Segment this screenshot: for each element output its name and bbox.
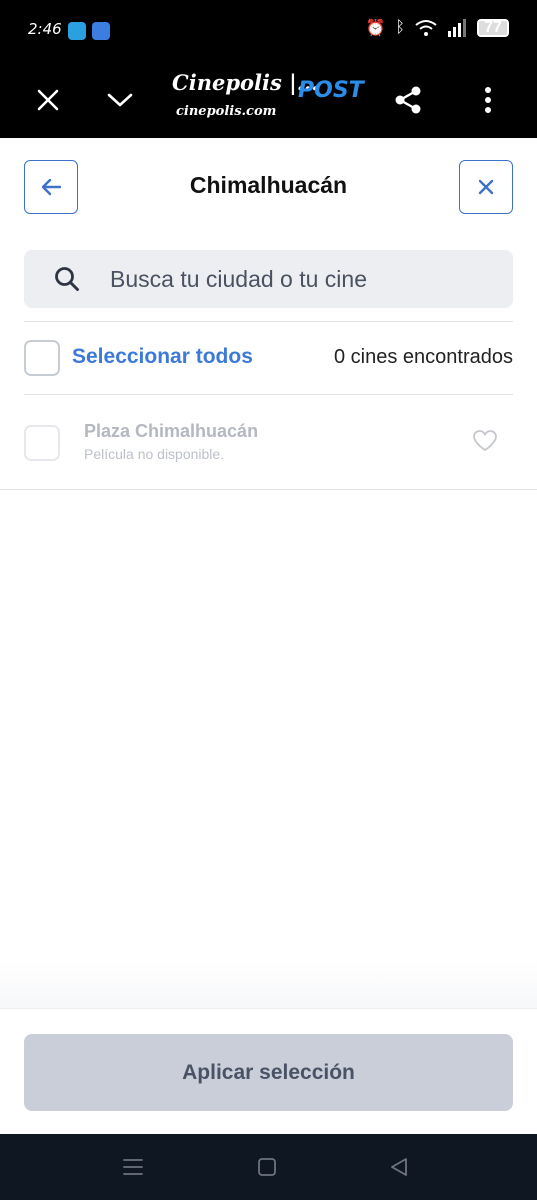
search-box — [24, 250, 513, 308]
list-item: Plaza Chimalhuacán Película no disponibl… — [0, 395, 537, 490]
app-notification-icon — [92, 22, 110, 40]
search-input[interactable] — [110, 250, 500, 308]
square-icon — [258, 1158, 276, 1176]
select-all-checkbox[interactable] — [24, 340, 60, 376]
more-options-button[interactable] — [464, 76, 512, 124]
system-nav-bar — [0, 1134, 537, 1200]
signal-icon — [448, 19, 466, 37]
share-button[interactable] — [384, 76, 432, 124]
home-button[interactable] — [252, 1154, 282, 1180]
telegram-icon — [68, 22, 86, 40]
select-all-row: Seleccionar todos 0 cines encontrados — [0, 322, 537, 394]
bluetooth-icon: ᛒ — [395, 19, 405, 36]
search-icon — [55, 267, 79, 291]
close-icon — [37, 89, 59, 111]
site-domain: cinepolis.com — [176, 104, 277, 119]
cinema-count: 0 cines encontrados — [333, 346, 513, 368]
footer: Aplicar selección — [0, 1008, 537, 1134]
status-bar: 2:46 ⏰ ᛒ 77 — [0, 0, 537, 62]
wifi-icon — [415, 20, 437, 36]
heart-icon — [473, 430, 497, 452]
alarm-icon: ⏰ — [365, 20, 386, 37]
recent-apps-button[interactable] — [118, 1154, 148, 1180]
triangle-back-icon — [391, 1158, 407, 1176]
close-icon — [478, 179, 494, 195]
battery-icon: 77 — [477, 19, 509, 37]
cinema-checkbox[interactable] — [24, 425, 60, 461]
select-all-label[interactable]: Seleccionar todos — [72, 345, 253, 369]
more-vertical-icon — [485, 87, 491, 113]
cinema-name: Plaza Chimalhuacán — [84, 421, 259, 441]
status-icons: ⏰ ᛒ 77 — [365, 18, 509, 38]
system-back-button[interactable] — [384, 1154, 414, 1180]
close-tab-button[interactable] — [24, 76, 72, 124]
close-modal-button[interactable] — [459, 160, 513, 214]
footer-shadow — [0, 960, 537, 1010]
post-badge: POST — [298, 78, 364, 103]
modal-header: Chimalhuacán — [0, 138, 537, 238]
divider — [0, 489, 537, 490]
apply-selection-button[interactable]: Aplicar selección — [24, 1034, 513, 1111]
share-icon — [395, 86, 421, 114]
chevron-down-icon — [107, 93, 133, 107]
menu-icon — [123, 1159, 143, 1175]
browser-toolbar: Cinepolis |... cinepolis.com POST — [0, 62, 537, 138]
page-title: Chimalhuacán — [189, 172, 348, 198]
site-title: Cinepolis |... — [172, 70, 319, 95]
status-time: 2:46 — [28, 20, 62, 38]
cinema-status: Película no disponible. — [84, 446, 225, 462]
favorite-button[interactable] — [472, 429, 502, 457]
minimize-button[interactable] — [96, 76, 144, 124]
